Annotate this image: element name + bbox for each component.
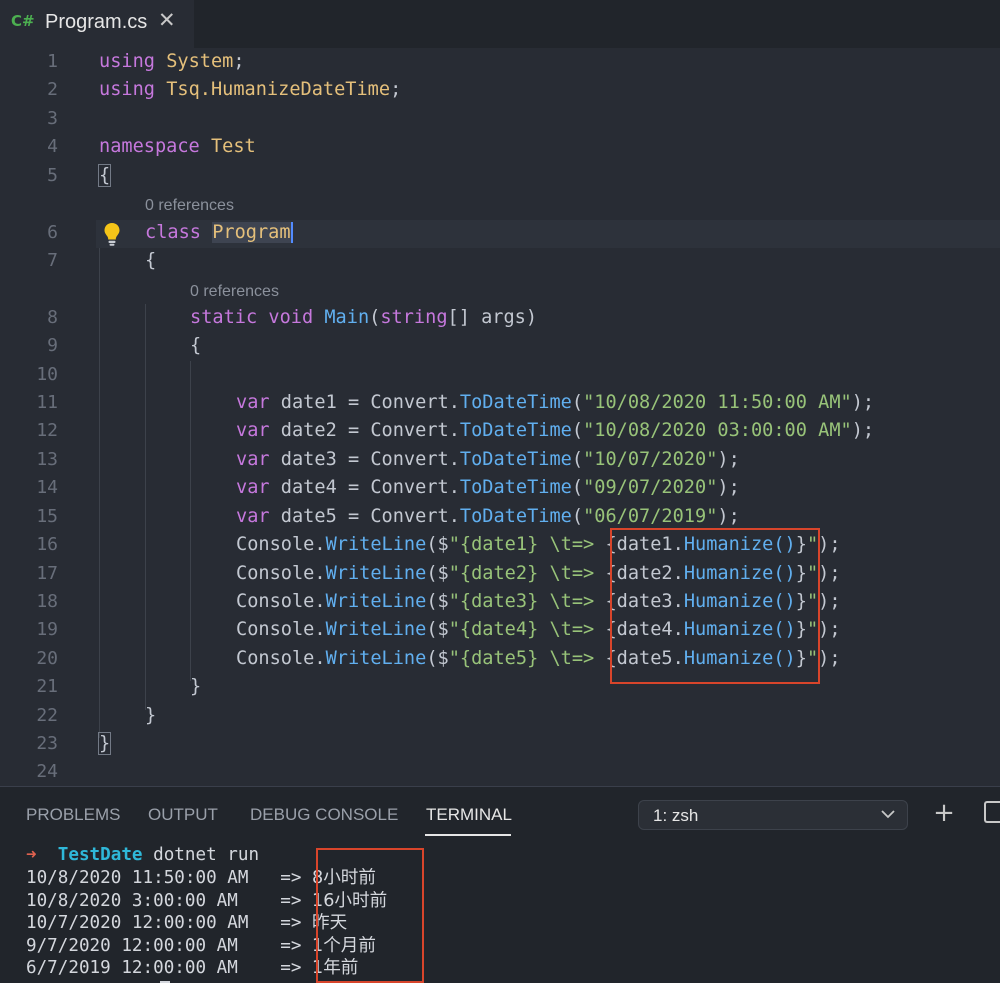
line-number: 10	[36, 364, 58, 385]
line-number: 24	[36, 761, 58, 782]
line-number: 18	[36, 591, 58, 612]
code-line: static void Main(string[] args)	[190, 307, 538, 328]
code-line: class Program	[145, 222, 293, 243]
terminal-output-line: 10/7/2020 12:00:00 AM => 昨天	[26, 913, 348, 933]
line-number: 19	[36, 619, 58, 640]
code-line: }	[190, 676, 202, 697]
code-line: var date2 = Convert.ToDateTime("10/08/20…	[236, 420, 875, 441]
close-icon[interactable]: ✕	[158, 8, 180, 36]
line-number: 3	[47, 108, 58, 129]
new-terminal-button[interactable]: +	[930, 799, 958, 827]
tab-output[interactable]: OUTPUT	[148, 805, 218, 825]
csharp-file-icon: C#	[11, 12, 35, 30]
code-line: using System;	[99, 51, 245, 72]
tab-terminal[interactable]: TERMINAL	[426, 805, 512, 825]
code-editor[interactable]: 1 2 3 4 5 6 7 8 9 10 11 12 13 14 15 16 1…	[0, 48, 1000, 786]
tab-problems[interactable]: PROBLEMS	[26, 805, 120, 825]
tab-debug-console[interactable]: DEBUG CONSOLE	[250, 805, 398, 825]
codelens-references[interactable]: 0 references	[145, 196, 234, 216]
tab-program-cs[interactable]: C# Program.cs ✕	[0, 0, 194, 48]
editor-tab-bar: C# Program.cs ✕	[0, 0, 1000, 48]
code-line: using Tsq.HumanizeDateTime;	[99, 79, 402, 100]
line-number: 8	[47, 307, 58, 328]
line-number: 6	[47, 222, 58, 243]
code-line: }	[145, 705, 157, 726]
vscode-window: C# Program.cs ✕ 1 2 3 4 5 6 7 8 9 10 11 …	[0, 0, 1000, 983]
highlight-box-humanize-calls	[610, 528, 820, 684]
line-number: 7	[47, 250, 58, 271]
code-line: var date4 = Convert.ToDateTime("09/07/20…	[236, 477, 740, 498]
code-line: }	[97, 732, 112, 755]
line-number: 9	[47, 335, 58, 356]
line-number: 5	[47, 165, 58, 186]
active-tab-indicator	[425, 834, 511, 836]
terminal-output-line: 6/7/2019 12:00:00 AM => 1年前	[26, 958, 359, 978]
line-number: 12	[36, 420, 58, 441]
codelens-references[interactable]: 0 references	[190, 282, 279, 302]
chevron-down-icon	[881, 810, 895, 819]
line-number: 20	[36, 648, 58, 669]
line-number: 14	[36, 477, 58, 498]
indent-guide	[190, 361, 191, 681]
lightbulb-icon[interactable]	[103, 221, 121, 247]
terminal-select-value: 1: zsh	[653, 806, 699, 825]
code-line: {	[97, 164, 112, 187]
terminal-prompt-line: ➜ TestDate dotnet run	[26, 845, 260, 865]
prompt-arrow-icon: ➜	[26, 845, 37, 865]
code-line: {	[145, 250, 157, 271]
line-number: 16	[36, 534, 58, 555]
code-line: var date3 = Convert.ToDateTime("10/07/20…	[236, 449, 740, 470]
line-number: 23	[36, 733, 58, 754]
line-number: 2	[47, 79, 58, 100]
line-number: 11	[36, 392, 58, 413]
line-number: 13	[36, 449, 58, 470]
split-terminal-icon[interactable]	[984, 801, 1000, 823]
code-line: namespace Test	[99, 136, 256, 157]
code-line: {	[190, 335, 202, 356]
line-number: 21	[36, 676, 58, 697]
code-line: var date5 = Convert.ToDateTime("06/07/20…	[236, 506, 740, 527]
highlight-box-results	[316, 848, 424, 983]
line-number: 15	[36, 506, 58, 527]
line-number: 22	[36, 705, 58, 726]
tab-title: Program.cs	[45, 11, 148, 33]
terminal-select-dropdown[interactable]: 1: zsh	[638, 800, 908, 830]
indent-guide	[145, 304, 146, 710]
line-number: 1	[47, 51, 58, 72]
code-line: var date1 = Convert.ToDateTime("10/08/20…	[236, 392, 875, 413]
line-number: 17	[36, 563, 58, 584]
line-number: 4	[47, 136, 58, 157]
bottom-panel: PROBLEMS OUTPUT DEBUG CONSOLE TERMINAL 1…	[0, 786, 1000, 983]
indent-guide	[99, 304, 100, 332]
